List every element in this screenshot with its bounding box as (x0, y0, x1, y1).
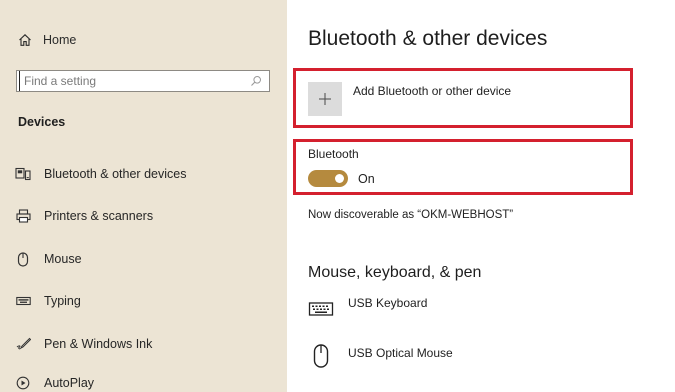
plus-icon (308, 82, 342, 116)
printer-icon (14, 207, 32, 225)
add-device-label: Add Bluetooth or other device (353, 84, 512, 98)
sidebar-item-label: Printers & scanners (44, 209, 154, 223)
search-input[interactable] (19, 71, 247, 91)
home-icon (19, 34, 31, 46)
keyboard-icon (308, 293, 334, 319)
device-name: USB Keyboard (348, 296, 428, 310)
sidebar-item-label: Typing (44, 294, 81, 308)
search-icon[interactable] (247, 71, 265, 91)
bluetooth-state: On (358, 171, 375, 186)
devices-heading: Devices (18, 115, 66, 129)
autoplay-icon (14, 374, 32, 392)
add-device-button[interactable]: Add Bluetooth or other device (308, 82, 511, 116)
sidebar: Home Devices Bluetooth & other (0, 0, 287, 392)
device-item-keyboard[interactable]: USB Keyboard (308, 293, 427, 319)
bluetooth-toggle-row: On (308, 170, 375, 187)
page-title: Bluetooth & other devices (308, 27, 548, 50)
sidebar-item-printers[interactable]: Printers & scanners (14, 205, 153, 227)
sidebar-item-label: Bluetooth & other devices (44, 167, 187, 181)
section-title-input-devices: Mouse, keyboard, & pen (308, 264, 482, 281)
bluetooth-label: Bluetooth (308, 147, 359, 161)
sidebar-item-pen[interactable]: Pen & Windows Ink (14, 333, 152, 355)
sidebar-item-label: Mouse (44, 252, 82, 266)
sidebar-item-label: AutoPlay (44, 376, 95, 390)
toggle-knob (335, 174, 344, 183)
bluetooth-toggle[interactable] (308, 170, 348, 187)
bluetooth-devices-icon (14, 165, 32, 183)
mouse-icon (308, 343, 334, 369)
discoverable-text: Now discoverable as “OKM-WEBHOST” (308, 209, 514, 221)
search-box[interactable] (16, 70, 270, 92)
sidebar-item-label: Pen & Windows Ink (44, 337, 153, 351)
device-item-mouse[interactable]: USB Optical Mouse (308, 343, 453, 369)
sidebar-item-bluetooth[interactable]: Bluetooth & other devices (14, 163, 186, 185)
mouse-icon (14, 250, 32, 268)
home-label: Home (43, 33, 77, 47)
device-name: USB Optical Mouse (348, 346, 453, 360)
sidebar-item-typing[interactable]: Typing (14, 290, 81, 312)
pen-icon (14, 335, 32, 353)
sidebar-item-autoplay[interactable]: AutoPlay (14, 372, 94, 392)
keyboard-icon (14, 292, 32, 310)
main-panel: Bluetooth & other devices Add Bluetooth … (287, 0, 675, 392)
settings-window: Home Devices Bluetooth & other (0, 0, 675, 392)
home-nav-item[interactable]: Home (18, 30, 76, 50)
sidebar-item-mouse[interactable]: Mouse (14, 248, 82, 270)
